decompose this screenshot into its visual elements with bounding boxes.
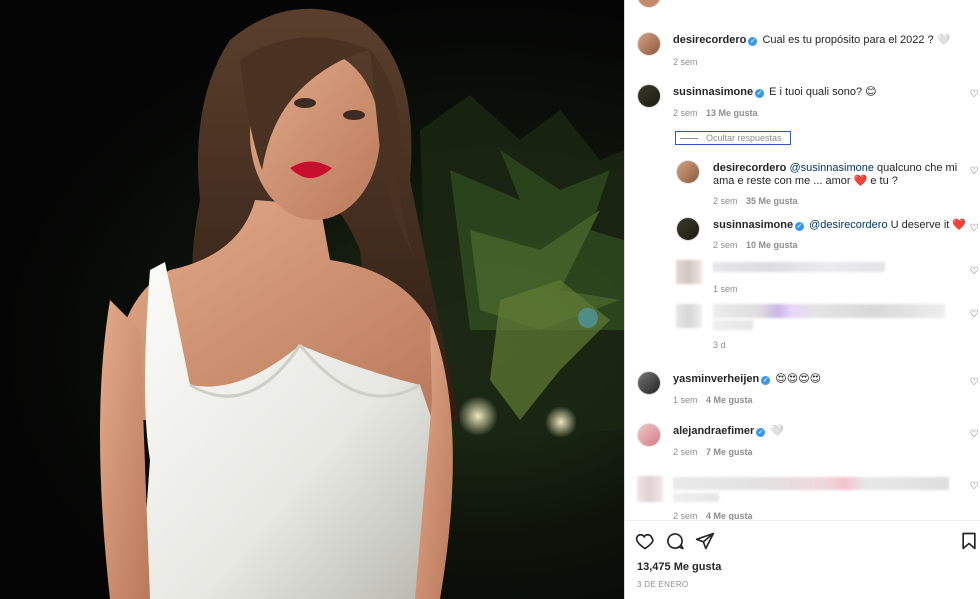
photo-illustration: [100, 8, 624, 599]
reply-time: 2 sem: [713, 240, 738, 250]
reply-text: U deserve it ❤️: [890, 219, 967, 231]
heart-icon[interactable]: ♡: [969, 90, 979, 100]
comment-text: Cual es tu propósito para el 2022 ? 🤍: [762, 34, 951, 46]
avatar[interactable]: [637, 84, 661, 108]
reply-text-line2: ama e reste con me ... amor ❤️ e tu ?: [713, 175, 898, 187]
bookmark-icon[interactable]: [959, 531, 979, 551]
avatar[interactable]: [637, 371, 661, 395]
comment-time: 2 sem: [673, 447, 698, 457]
blurred-avatar: [676, 304, 702, 328]
blurred-text: [713, 320, 753, 330]
avatar[interactable]: [637, 423, 661, 447]
comment-username[interactable]: susinnasimone: [673, 86, 753, 98]
post-side-panel: desirecordero ✓ Cual es tu propósito para…: [624, 0, 980, 599]
divider: [680, 138, 698, 139]
avatar[interactable]: [676, 217, 700, 241]
blurred-text: [713, 304, 945, 318]
comment-likes[interactable]: 4 Me gusta: [706, 511, 753, 520]
share-icon[interactable]: [695, 531, 715, 551]
comment-username[interactable]: yasminverheijen: [673, 373, 759, 385]
comment-text: 🤍: [770, 425, 785, 437]
verified-icon: ✓: [748, 37, 758, 46]
comment-likes[interactable]: 13 Me gusta: [706, 108, 758, 118]
reply-mention[interactable]: @susinnasimone: [789, 162, 874, 174]
verified-icon: ✓: [756, 428, 766, 437]
heart-icon[interactable]: ♡: [969, 167, 979, 177]
heart-icon[interactable]: ♡: [969, 378, 979, 388]
avatar[interactable]: [637, 32, 661, 56]
comment-username[interactable]: alejandraefimer: [673, 425, 754, 437]
blurred-text: [713, 262, 885, 272]
reply-text-line1: qualcuno che mi: [877, 162, 958, 174]
reply-username[interactable]: desirecordero: [713, 162, 786, 174]
blurred-text: [673, 477, 949, 490]
verified-icon: ✓: [761, 376, 771, 385]
verified-icon: ✓: [755, 89, 765, 98]
reply-likes[interactable]: 35 Me gusta: [746, 196, 798, 206]
heart-icon[interactable]: ♡: [969, 267, 979, 277]
comment-likes[interactable]: 7 Me gusta: [706, 447, 753, 457]
avatar[interactable]: [637, 0, 661, 8]
post-actions-footer: 13,475 Me gusta 3 de enero: [625, 520, 980, 599]
reply-username[interactable]: susinnasimone: [713, 219, 793, 231]
hide-replies-label: Ocultar respuestas: [706, 133, 782, 143]
hide-replies-button[interactable]: Ocultar respuestas: [675, 131, 791, 145]
blurred-avatar: [637, 476, 663, 502]
comment-icon[interactable]: [665, 531, 685, 551]
comment-username[interactable]: desirecordero: [673, 34, 746, 46]
comment-time: 1 sem: [673, 395, 698, 405]
heart-icon[interactable]: ♡: [969, 224, 979, 234]
heart-icon[interactable]: ♡: [969, 430, 979, 440]
comment-time: 2 sem: [673, 511, 698, 520]
blurred-text: [673, 493, 719, 502]
blurred-avatar: [676, 260, 702, 284]
comment-time: 2 sem: [673, 108, 698, 118]
likes-count[interactable]: 13,475 Me gusta: [637, 561, 721, 573]
comment-text: E i tuoi quali sono? 😊: [769, 86, 877, 98]
reply-likes[interactable]: 10 Me gusta: [746, 240, 798, 250]
post-photo: [0, 0, 624, 599]
comment-likes[interactable]: 4 Me gusta: [706, 395, 753, 405]
avatar[interactable]: [676, 160, 700, 184]
reply-mention[interactable]: @desirecordero: [809, 219, 887, 231]
post-date: 3 de enero: [637, 580, 689, 589]
reply-time: 3 d: [713, 340, 726, 350]
reply-time: 2 sem: [713, 196, 738, 206]
like-heart-icon[interactable]: [635, 531, 655, 551]
comment-list[interactable]: desirecordero ✓ Cual es tu propósito para…: [625, 0, 980, 520]
heart-icon[interactable]: ♡: [969, 482, 979, 492]
verified-icon: ✓: [795, 222, 805, 231]
comment-time: 2 sem: [673, 57, 698, 67]
heart-icon[interactable]: ♡: [969, 310, 979, 320]
reply-time: 1 sem: [713, 284, 738, 294]
comment-text: 😍😍😍😍: [775, 373, 822, 385]
